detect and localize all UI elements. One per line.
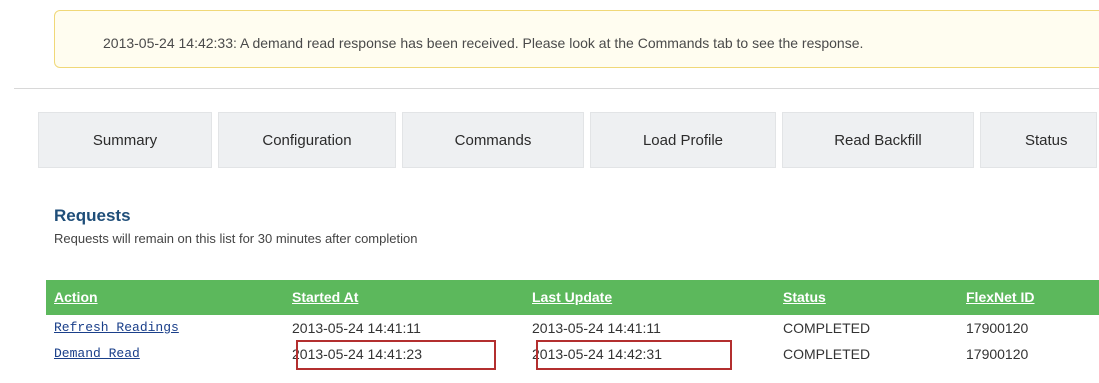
- highlight-box-started-at: [296, 340, 496, 370]
- column-header-flexnet-id[interactable]: FlexNet ID: [966, 289, 1034, 305]
- notification-banner: 2013-05-24 14:42:33: A demand read respo…: [54, 10, 1099, 68]
- requests-title: Requests: [54, 206, 131, 225]
- last-update-cell: 2013-05-24 14:41:11: [532, 320, 661, 336]
- table-row: Refresh Readings 2013-05-24 14:41:11 201…: [46, 315, 1099, 341]
- tab-load-profile[interactable]: Load Profile: [590, 112, 776, 168]
- started-at-cell: 2013-05-24 14:41:11: [292, 320, 421, 336]
- tab-configuration[interactable]: Configuration: [218, 112, 396, 168]
- table-header: Action Started At Last Update Status Fle…: [46, 280, 1099, 315]
- action-link-refresh-readings[interactable]: Refresh Readings: [54, 320, 179, 335]
- flexnet-id-cell: 17900120: [966, 346, 1029, 362]
- divider: [14, 88, 1099, 89]
- requests-subtitle: Requests will remain on this list for 30…: [54, 231, 418, 246]
- column-header-status[interactable]: Status: [783, 289, 826, 305]
- table-row: Demand Read 2013-05-24 14:41:23 2013-05-…: [46, 340, 1099, 370]
- tab-bar: Summary Configuration Commands Load Prof…: [38, 112, 1099, 168]
- column-header-action[interactable]: Action: [54, 289, 98, 305]
- column-header-last-update[interactable]: Last Update: [532, 289, 612, 305]
- status-cell: COMPLETED: [783, 320, 871, 336]
- action-link-demand-read[interactable]: Demand Read: [54, 346, 140, 361]
- tab-status[interactable]: Status: [980, 112, 1097, 168]
- tab-read-backfill[interactable]: Read Backfill: [782, 112, 974, 168]
- highlight-box-last-update: [536, 340, 732, 370]
- tab-summary[interactable]: Summary: [38, 112, 212, 168]
- flexnet-id-cell: 17900120: [966, 320, 1029, 336]
- requests-table: Action Started At Last Update Status Fle…: [46, 280, 1099, 370]
- column-header-started-at[interactable]: Started At: [292, 289, 358, 305]
- notification-text: 2013-05-24 14:42:33: A demand read respo…: [103, 35, 864, 51]
- tab-commands[interactable]: Commands: [402, 112, 584, 168]
- status-cell: COMPLETED: [783, 346, 871, 362]
